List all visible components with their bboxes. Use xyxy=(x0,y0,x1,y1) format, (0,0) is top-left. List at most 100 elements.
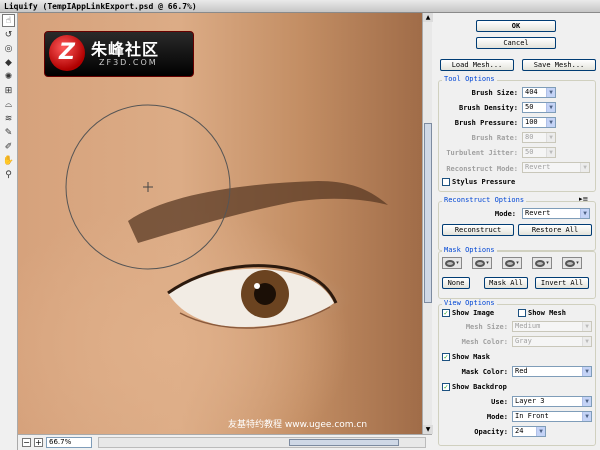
brush-size-field[interactable]: 404 ▼ xyxy=(522,87,556,98)
backdrop-opacity-value: 24 xyxy=(515,427,524,435)
brush-density-field[interactable]: 50 ▼ xyxy=(522,102,556,113)
brush-size-label: Brush Size: xyxy=(471,89,518,97)
backdrop-mode-label: Mode: xyxy=(486,413,508,421)
reconstruct-option-mode-value: Revert xyxy=(525,209,551,217)
chevron-down-icon: ▼ xyxy=(582,322,591,331)
mesh-color-value: Gray xyxy=(515,337,532,345)
zoom-value: 66.7% xyxy=(49,438,72,446)
zoom-out-button[interactable]: − xyxy=(22,438,31,447)
chevron-down-icon[interactable]: ▼ xyxy=(582,367,591,376)
stylus-pressure-box[interactable] xyxy=(442,178,450,186)
save-mesh-button[interactable]: Save Mesh... xyxy=(522,59,596,71)
chevron-down-icon[interactable]: ▼ xyxy=(546,103,555,112)
horizontal-scrollbar[interactable] xyxy=(98,437,426,448)
reconstruct-mode-label: Reconstruct Mode: xyxy=(446,165,518,173)
stylus-pressure-label: Stylus Pressure xyxy=(452,178,516,186)
status-bar: − + 66.7% xyxy=(18,434,432,450)
turbulent-jitter-field: 50 ▼ xyxy=(522,147,556,158)
show-backdrop-checkbox[interactable]: ✓ Show Backdrop xyxy=(442,383,507,391)
reconstruct-button[interactable]: Reconstruct xyxy=(442,224,514,236)
restore-all-button[interactable]: Restore All xyxy=(518,224,592,236)
show-mask-checkbox[interactable]: ✓ Show Mask xyxy=(442,353,490,361)
intersect-selection-icon[interactable]: ▾ xyxy=(532,257,552,269)
invert-all-button[interactable]: Invert All xyxy=(535,277,589,289)
reconstruct-mode-value: Revert xyxy=(525,163,551,171)
load-mesh-button[interactable]: Load Mesh... xyxy=(440,59,514,71)
twirl-clockwise-tool-icon[interactable]: ◎ xyxy=(2,42,15,55)
invert-selection-icon[interactable]: ▾ xyxy=(562,257,582,269)
chevron-down-icon[interactable]: ▼ xyxy=(580,209,589,218)
chevron-down-icon: ▼ xyxy=(582,337,591,346)
chevron-down-icon: ▼ xyxy=(546,133,555,142)
chevron-down-icon[interactable]: ▼ xyxy=(582,412,591,421)
view-options-title: View Options xyxy=(442,299,497,307)
window-title: Liquify (TempIAppLinkExport.psd @ 66.7%) xyxy=(4,2,197,11)
tool-options-title: Tool Options xyxy=(442,75,497,83)
mask-all-button[interactable]: Mask All xyxy=(484,277,528,289)
image-canvas[interactable]: Z 朱峰社区 ZF3D.COM 友基特约教程 www.ugee.com.cn xyxy=(18,13,422,434)
brush-density-value: 50 xyxy=(525,103,534,111)
mask-color-select[interactable]: Red ▼ xyxy=(512,366,592,377)
thaw-mask-tool-icon[interactable]: ✐ xyxy=(2,140,15,153)
show-mesh-checkbox[interactable]: Show Mesh xyxy=(518,309,566,317)
backdrop-opacity-label: Opacity: xyxy=(474,428,508,436)
mask-none-button[interactable]: None xyxy=(442,277,470,289)
bloat-tool-icon[interactable]: ✺ xyxy=(2,70,15,83)
checkmark-icon[interactable]: ✓ xyxy=(442,309,450,317)
mesh-size-value: Medium xyxy=(515,322,541,330)
zoom-select[interactable]: 66.7% xyxy=(46,437,92,448)
zoom-tool-icon[interactable]: ⚲ xyxy=(2,168,15,181)
reconstruct-mode-dropdown[interactable]: Revert ▼ xyxy=(522,208,590,219)
chevron-down-icon[interactable]: ▼ xyxy=(546,118,555,127)
zoom-in-button[interactable]: + xyxy=(34,438,43,447)
chevron-down-icon[interactable]: ▼ xyxy=(536,427,545,436)
backdrop-mode-select[interactable]: In Front ▼ xyxy=(512,411,592,422)
show-image-checkbox[interactable]: ✓ Show Image xyxy=(442,309,494,317)
backdrop-mode-value: In Front xyxy=(515,412,549,420)
cancel-button[interactable]: Cancel xyxy=(476,37,556,49)
checkmark-icon[interactable]: ✓ xyxy=(442,353,450,361)
brush-size-value: 404 xyxy=(525,88,538,96)
pucker-tool-icon[interactable]: ◆ xyxy=(2,56,15,69)
reconstruct-tool-icon[interactable]: ↺ xyxy=(2,28,15,41)
mask-color-label: Mask Color: xyxy=(461,368,508,376)
mirror-tool-icon[interactable]: ⌓ xyxy=(2,98,15,111)
stylus-pressure-checkbox[interactable]: Stylus Pressure xyxy=(442,178,515,186)
scroll-up-icon[interactable]: ▲ xyxy=(423,13,433,22)
mesh-color-label: Mesh Color: xyxy=(461,338,508,346)
ok-button[interactable]: OK xyxy=(476,20,556,32)
show-image-label: Show Image xyxy=(452,309,495,317)
show-mesh-box[interactable] xyxy=(518,309,526,317)
mesh-size-select: Medium ▼ xyxy=(512,321,592,332)
mask-color-value: Red xyxy=(515,367,528,375)
brush-rate-value: 80 xyxy=(525,133,534,141)
turbulence-tool-icon[interactable]: ≋ xyxy=(2,112,15,125)
backdrop-use-value: Layer 3 xyxy=(515,397,545,405)
logo-mark-icon: Z xyxy=(49,35,85,71)
panel-menu-icon[interactable]: ▸≡ xyxy=(579,195,588,203)
replace-selection-icon[interactable]: ▾ xyxy=(442,257,462,269)
backdrop-use-select[interactable]: Layer 3 ▼ xyxy=(512,396,592,407)
brush-rate-field: 80 ▼ xyxy=(522,132,556,143)
reconstruct-mode-select: Revert ▼ xyxy=(522,162,590,173)
show-mask-label: Show Mask xyxy=(452,353,490,361)
brush-pressure-field[interactable]: 100 ▼ xyxy=(522,117,556,128)
forward-warp-tool-icon[interactable]: ☝ xyxy=(2,14,15,27)
backdrop-opacity-field[interactable]: 24 ▼ xyxy=(512,426,546,437)
turbulent-jitter-label: Turbulent Jitter: xyxy=(446,149,518,157)
freeze-mask-tool-icon[interactable]: ✎ xyxy=(2,126,15,139)
push-left-tool-icon[interactable]: ⊞ xyxy=(2,84,15,97)
turbulent-jitter-value: 50 xyxy=(525,148,534,156)
chevron-down-icon[interactable]: ▼ xyxy=(546,88,555,97)
hand-tool-icon[interactable]: ✋ xyxy=(2,154,15,167)
mask-mode-icons: ▾ ▾ ▾ ▾ ▾ xyxy=(442,257,592,269)
backdrop-use-label: Use: xyxy=(491,398,508,406)
horizontal-scroll-thumb[interactable] xyxy=(289,439,399,446)
subtract-from-selection-icon[interactable]: ▾ xyxy=(502,257,522,269)
brush-density-label: Brush Density: xyxy=(458,104,518,112)
add-to-selection-icon[interactable]: ▾ xyxy=(472,257,492,269)
tool-palette: ☝ ↺ ◎ ◆ ✺ ⊞ ⌓ ≋ ✎ ✐ ✋ ⚲ xyxy=(0,13,18,450)
chevron-down-icon[interactable]: ▼ xyxy=(582,397,591,406)
checkmark-icon[interactable]: ✓ xyxy=(442,383,450,391)
vertical-scroll-thumb[interactable] xyxy=(424,123,432,303)
